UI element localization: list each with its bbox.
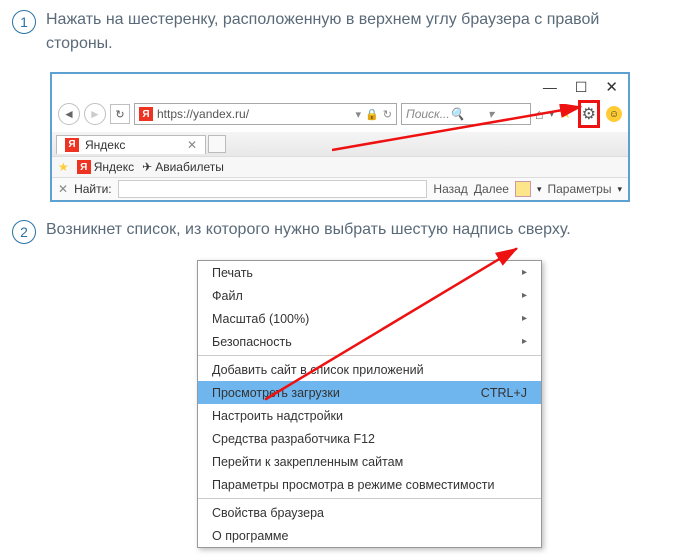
menu-props[interactable]: Свойства браузера (198, 501, 541, 524)
menu-print[interactable]: Печать▸ (198, 261, 541, 284)
menu-safety[interactable]: Безопасность▸ (198, 330, 541, 353)
menu-addons[interactable]: Настроить надстройки (198, 404, 541, 427)
forward-button[interactable]: ► (84, 103, 106, 125)
bookmarks-star-icon: ★ (58, 160, 69, 174)
findbar-label: Найти: (74, 182, 112, 196)
home-icon[interactable]: ⌂ (535, 106, 543, 122)
step-2-number: 2 (12, 220, 36, 244)
find-params[interactable]: Параметры (548, 182, 612, 196)
bookmark-avia[interactable]: ✈Авиабилеты (142, 160, 224, 174)
menu-devtools[interactable]: Средства разработчика F12 (198, 427, 541, 450)
menu-add-site[interactable]: Добавить сайт в список приложений (198, 358, 541, 381)
minimize-button[interactable]: — (543, 79, 557, 95)
tab-close-icon[interactable]: ✕ (187, 138, 197, 152)
maximize-button[interactable]: ☐ (575, 79, 588, 96)
findbar-close-icon[interactable]: ✕ (58, 182, 68, 196)
settings-highlight: ⚙ (578, 100, 600, 128)
back-button[interactable]: ◄ (58, 103, 80, 125)
tab-favicon: Я (65, 138, 79, 152)
tab-title: Яндекс (85, 138, 125, 152)
favorites-icon[interactable]: ★ (560, 106, 572, 122)
bookmark-yandex[interactable]: ЯЯндекс (77, 160, 134, 174)
step-2-text: Возникнет список, из которого нужно выбр… (46, 218, 571, 244)
menu-zoom[interactable]: Масштаб (100%)▸ (198, 307, 541, 330)
browser-tab[interactable]: Я Яндекс ✕ (56, 135, 206, 154)
browser-window: — ☐ ✕ ◄ ► ↻ Я https://yandex.ru/ ▾ 🔒 ↻ П… (50, 72, 630, 202)
find-next[interactable]: Далее (474, 182, 509, 196)
step-1-number: 1 (12, 10, 36, 34)
step-1-text: Нажать на шестеренку, расположенную в ве… (46, 8, 665, 56)
menu-compat[interactable]: Параметры просмотра в режиме совместимос… (198, 473, 541, 496)
refresh-button[interactable]: ↻ (110, 104, 130, 124)
lock-icon: 🔒 (365, 108, 379, 121)
search-icon[interactable]: 🔍 (450, 107, 488, 121)
find-input[interactable] (118, 180, 428, 198)
menu-file[interactable]: Файл▸ (198, 284, 541, 307)
search-input[interactable]: Поиск... (406, 107, 450, 121)
highlight-icon[interactable] (515, 181, 531, 197)
site-icon: Я (139, 107, 153, 121)
gear-icon[interactable]: ⚙ (582, 106, 596, 123)
menu-about[interactable]: О программе (198, 524, 541, 547)
find-back[interactable]: Назад (433, 182, 467, 196)
smiley-icon: ☺ (606, 106, 622, 122)
new-tab-button[interactable] (208, 135, 226, 153)
menu-pinned[interactable]: Перейти к закрепленным сайтам (198, 450, 541, 473)
menu-downloads[interactable]: Просмотреть загрузкиCTRL+J (198, 381, 541, 404)
address-bar[interactable]: https://yandex.ru/ (157, 107, 352, 121)
close-button[interactable]: ✕ (605, 78, 618, 96)
settings-menu: Печать▸ Файл▸ Масштаб (100%)▸ Безопаснос… (197, 260, 542, 548)
